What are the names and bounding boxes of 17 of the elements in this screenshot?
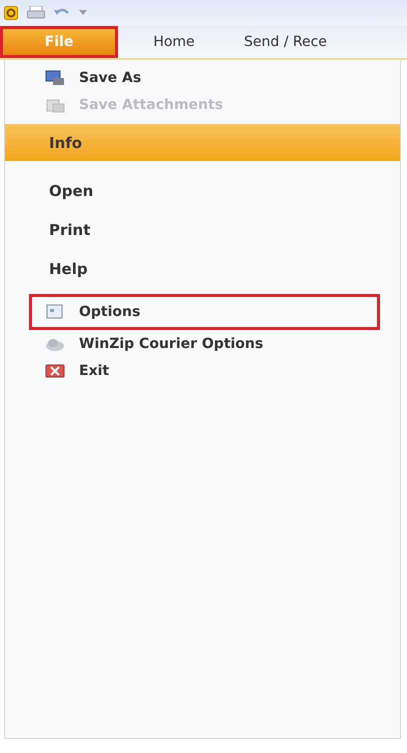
ribbon-tab[interactable]: Home (118, 26, 230, 58)
menu-command[interactable]: WinZip Courier Options (5, 330, 380, 357)
menu-command[interactable]: Options (29, 294, 380, 330)
menu-tab[interactable]: Open (5, 171, 400, 210)
document-icon (45, 304, 65, 320)
menu-command[interactable]: Exit (5, 357, 380, 384)
clip-icon (45, 96, 65, 112)
dropdown-icon[interactable] (79, 10, 87, 16)
menu-command[interactable]: Save As (5, 64, 380, 91)
menu-tab[interactable]: Help (5, 249, 400, 288)
app-icon[interactable] (4, 6, 18, 20)
menu-tab[interactable]: Print (5, 210, 400, 249)
close-icon (45, 362, 65, 378)
computer-icon (45, 70, 65, 86)
menu-tab[interactable]: Info (5, 124, 400, 161)
print-icon[interactable] (27, 6, 45, 20)
ribbon-tab[interactable]: Send / Rece (230, 26, 342, 58)
